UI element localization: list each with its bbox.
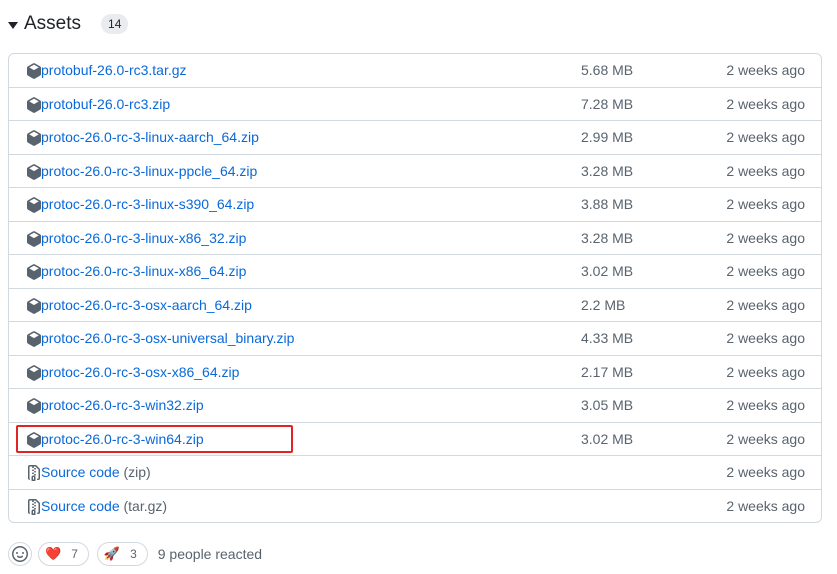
asset-size: 7.28 MB	[581, 95, 634, 112]
package-icon	[27, 398, 41, 414]
package-icon	[27, 197, 41, 213]
package-icon	[27, 63, 41, 79]
asset-row: protoc-26.0-rc-3-linux-ppcle_64.zip 3.28…	[9, 155, 821, 188]
asset-date: 2 weeks ago	[726, 464, 805, 481]
asset-size: 3.02 MB	[581, 263, 634, 280]
asset-link[interactable]: protoc-26.0-rc-3-osx-x86_64.zip	[41, 364, 239, 380]
asset-row: protoc-26.0-rc-3-win64.zip 3.02 MB 2 wee…	[9, 423, 821, 456]
package-icon	[27, 230, 41, 247]
heart-icon: ❤️	[45, 546, 62, 561]
asset-row: protobuf-26.0-rc3.zip 7.28 MB 2 weeks ag…	[9, 88, 821, 121]
reactions-bar: ❤️ 7 🚀 3 9 people reacted	[8, 541, 262, 567]
assets-list: protobuf-26.0-rc3.tar.gz 5.68 MB 2 weeks…	[8, 53, 822, 523]
source-code-row: Source code (tar.gz) 2 weeks ago	[9, 490, 821, 523]
asset-date: 2 weeks ago	[726, 162, 805, 179]
source-code-label: Source code	[41, 464, 120, 481]
source-code-ext: (tar.gz)	[123, 498, 168, 515]
asset-size: 3.28 MB	[581, 229, 634, 246]
package-icon	[27, 130, 41, 146]
source-code-label: Source code	[41, 498, 120, 515]
asset-size: 3.02 MB	[581, 430, 634, 447]
asset-row: protobuf-26.0-rc3.tar.gz 5.68 MB 2 weeks…	[9, 54, 821, 88]
rocket-reaction-button[interactable]: 🚀 3	[96, 542, 148, 566]
asset-row: protoc-26.0-rc-3-linux-x86_32.zip 3.28 M…	[9, 222, 821, 255]
asset-date: 2 weeks ago	[726, 263, 805, 280]
heart-count: 7	[71, 547, 78, 561]
heart-reaction-button[interactable]: ❤️ 7	[38, 542, 89, 566]
asset-link[interactable]: protoc-26.0-rc-3-osx-aarch_64.zip	[41, 297, 252, 313]
asset-size: 2.99 MB	[581, 129, 634, 146]
asset-date: 2 weeks ago	[726, 498, 805, 515]
asset-row: protoc-26.0-rc-3-osx-aarch_64.zip 2.2 MB…	[9, 289, 821, 322]
smiley-icon	[12, 546, 28, 562]
asset-date: 2 weeks ago	[726, 330, 805, 347]
asset-size: 4.33 MB	[581, 330, 634, 347]
asset-link[interactable]: protobuf-26.0-rc3.tar.gz	[41, 62, 187, 78]
asset-link[interactable]: protoc-26.0-rc-3-linux-x86_64.zip	[41, 263, 246, 279]
package-icon	[27, 297, 41, 314]
asset-size: 2.17 MB	[581, 363, 634, 380]
rocket-icon: 🚀	[103, 546, 121, 561]
package-icon	[27, 163, 41, 180]
asset-date: 2 weeks ago	[726, 62, 805, 79]
asset-link[interactable]: protoc-26.0-rc-3-linux-x86_32.zip	[41, 230, 246, 246]
asset-date: 2 weeks ago	[726, 129, 805, 146]
assets-title: Assets	[24, 13, 82, 34]
asset-row: protoc-26.0-rc-3-linux-s390_64.zip 3.88 …	[9, 188, 821, 222]
asset-date: 2 weeks ago	[726, 95, 805, 112]
asset-link[interactable]: protoc-26.0-rc-3-win64.zip	[41, 431, 204, 447]
asset-date: 2 weeks ago	[726, 229, 805, 246]
asset-row: protoc-26.0-rc-3-osx-x86_64.zip 2.17 MB …	[9, 356, 821, 389]
asset-row: protoc-26.0-rc-3-linux-aarch_64.zip 2.99…	[9, 121, 821, 155]
asset-size: 2.2 MB	[581, 296, 626, 313]
package-icon	[27, 331, 41, 347]
file-zip-icon	[28, 465, 40, 481]
asset-link[interactable]: protobuf-26.0-rc3.zip	[41, 96, 170, 112]
source-code-zip-link[interactable]: Source code (zip)	[41, 464, 151, 480]
assets-count-badge: 14	[101, 14, 129, 34]
asset-row: protoc-26.0-rc-3-win32.zip 3.05 MB 2 wee…	[9, 389, 821, 423]
package-icon	[27, 96, 41, 113]
rocket-count: 3	[130, 547, 137, 561]
asset-link[interactable]: protoc-26.0-rc-3-linux-ppcle_64.zip	[41, 163, 257, 179]
assets-header[interactable]: Assets 14	[8, 10, 129, 38]
asset-row: protoc-26.0-rc-3-linux-x86_64.zip 3.02 M…	[9, 255, 821, 289]
asset-link[interactable]: protoc-26.0-rc-3-linux-aarch_64.zip	[41, 129, 259, 145]
asset-date: 2 weeks ago	[726, 296, 805, 313]
asset-date: 2 weeks ago	[726, 196, 805, 213]
source-code-ext: (zip)	[123, 464, 151, 481]
reactions-summary: 9 people reacted	[157, 546, 263, 562]
file-zip-icon	[28, 498, 40, 515]
asset-date: 2 weeks ago	[726, 363, 805, 380]
add-reaction-button[interactable]	[8, 542, 32, 566]
source-code-targz-link[interactable]: Source code (tar.gz)	[41, 498, 167, 514]
package-icon	[27, 364, 41, 381]
asset-row: protoc-26.0-rc-3-osx-universal_binary.zi…	[9, 322, 821, 356]
asset-date: 2 weeks ago	[726, 430, 805, 447]
caret-down-icon[interactable]	[8, 21, 18, 29]
asset-size: 3.88 MB	[581, 196, 634, 213]
asset-size: 3.28 MB	[581, 162, 634, 179]
source-code-row: Source code (zip) 2 weeks ago	[9, 456, 821, 490]
package-icon	[27, 431, 41, 448]
asset-link[interactable]: protoc-26.0-rc-3-osx-universal_binary.zi…	[41, 330, 294, 346]
asset-size: 5.68 MB	[581, 62, 634, 79]
asset-link[interactable]: protoc-26.0-rc-3-linux-s390_64.zip	[41, 196, 254, 212]
asset-size: 3.05 MB	[581, 397, 634, 414]
package-icon	[27, 264, 41, 280]
asset-link[interactable]: protoc-26.0-rc-3-win32.zip	[41, 397, 204, 413]
asset-date: 2 weeks ago	[726, 397, 805, 414]
